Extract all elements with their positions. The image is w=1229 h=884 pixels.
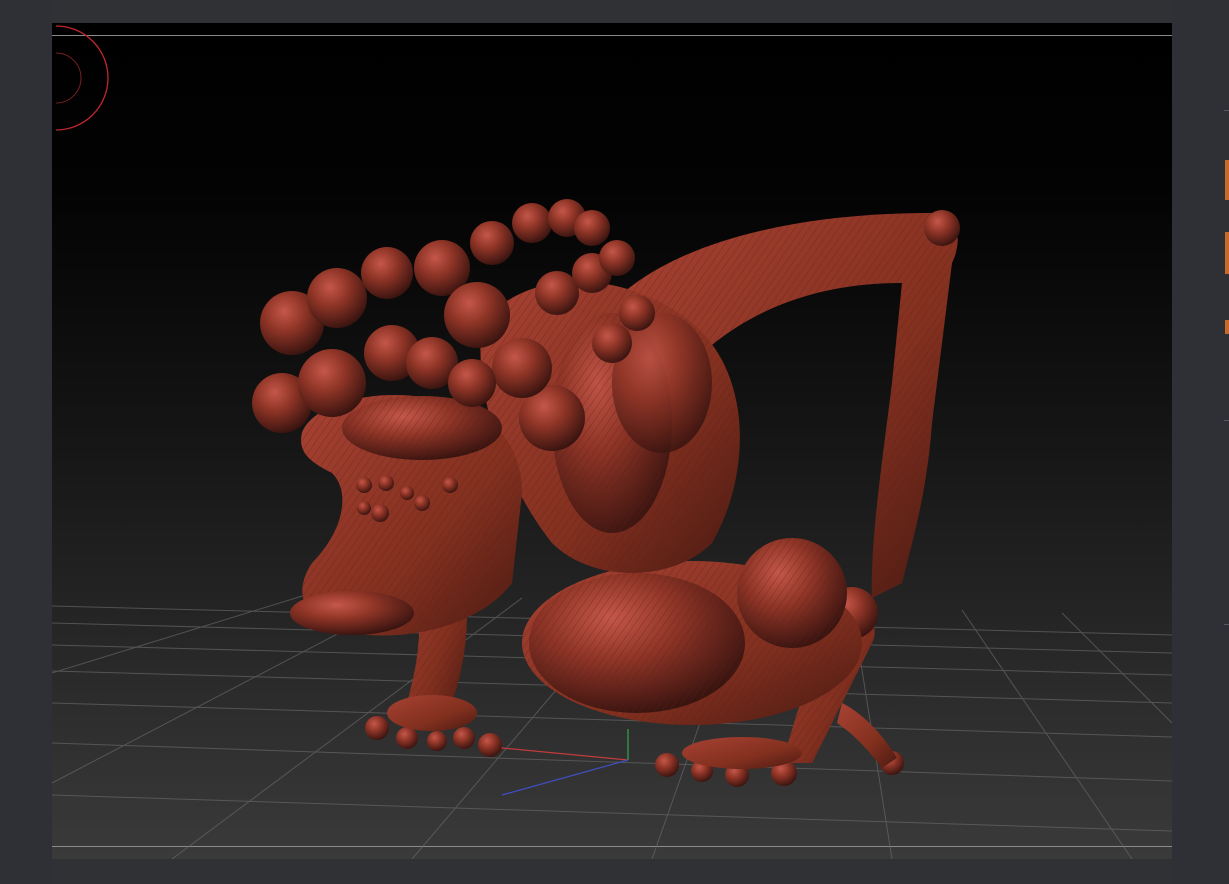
tray-accent-bar[interactable] <box>1225 232 1229 274</box>
tray-divider <box>1224 420 1229 421</box>
top-shelf <box>52 0 1172 23</box>
left-tray[interactable] <box>0 0 52 884</box>
tray-accent-bar[interactable] <box>1225 320 1229 334</box>
tray-divider <box>1224 110 1229 111</box>
document-canvas[interactable] <box>52 23 1172 859</box>
brush-circle-icon <box>55 25 109 131</box>
zbrush-window <box>0 0 1229 884</box>
tray-accent-bar[interactable] <box>1225 160 1229 200</box>
right-tray[interactable] <box>1172 0 1229 884</box>
tray-divider <box>1224 624 1229 625</box>
bottom-shelf <box>52 859 1172 884</box>
zsphere-model[interactable] <box>52 23 1172 859</box>
